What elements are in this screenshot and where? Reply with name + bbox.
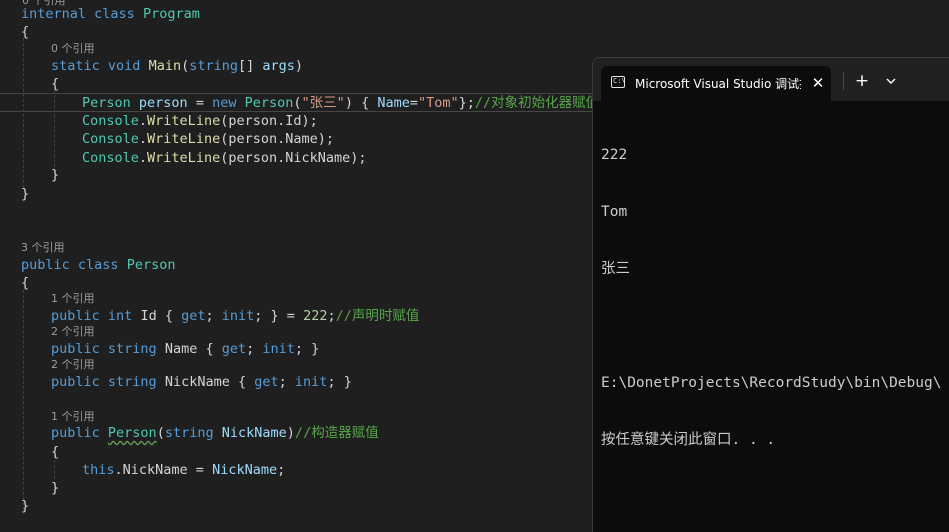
person-class-declaration: public class Person [21,257,176,273]
console-output-line: E:\DonetProjects\RecordStudy\bin\Debug\ [601,375,942,391]
open-brace: { [51,76,60,92]
add-tab-button[interactable]: + [851,70,873,92]
codelens-references[interactable]: 0 个引用 [51,42,95,56]
close-brace: } [51,480,60,496]
codelens-references[interactable]: 3 个引用 [21,241,65,255]
close-brace: } [21,186,30,202]
open-brace: { [21,24,30,40]
open-brace: { [21,275,30,291]
name-property: public string Name { get; init; } [51,341,320,357]
codelens-references[interactable]: 1 个引用 [51,292,95,306]
tab-divider [843,72,844,90]
code-line-writeline: Console.WriteLine(person.NickName); [82,150,367,166]
nickname-property: public string NickName { get; init; } [51,374,352,390]
debug-console-window[interactable]: C:\ Microsoft Visual Studio 调试控制台 ✕ + 22… [592,57,949,532]
console-output: 222 Tom 张三 E:\DonetProjects\RecordStudy\… [601,108,949,528]
program-class-declaration: internal class Program [21,6,200,22]
close-brace: } [21,498,30,514]
codelens-references[interactable]: 1 个引用 [51,410,95,424]
constructor-assignment: this.NickName = NickName; [82,462,286,478]
console-output-line: 222 [601,147,628,163]
console-tab[interactable]: C:\ Microsoft Visual Studio 调试控制台 ✕ [601,66,831,101]
code-line-writeline: Console.WriteLine(person.Id); [82,113,318,129]
indent-guide [23,290,24,510]
open-brace: { [51,444,60,460]
chevron-down-icon[interactable] [883,70,899,92]
code-line-writeline: Console.WriteLine(person.Name); [82,131,334,147]
main-method-signature: static void Main(string[] args) [51,58,304,74]
person-constructor: public Person(string NickName)//构造器赋值 [51,425,379,441]
id-property: public int Id { get; init; } = 222;//声明时… [51,308,420,324]
console-titlebar[interactable]: C:\ Microsoft Visual Studio 调试控制台 ✕ + [593,58,949,101]
console-tab-title: Microsoft Visual Studio 调试控制台 [635,77,801,91]
terminal-icon: C:\ [611,76,626,88]
codelens-references[interactable]: 2 个引用 [51,325,95,339]
console-output-line: 张三 [601,261,630,277]
code-line-object-initializer: Person person = new Person("张三") { Name=… [82,95,600,111]
codelens-references[interactable]: 2 个引用 [51,358,95,372]
indent-guide [23,38,24,188]
close-brace: } [51,167,60,183]
console-output-line: Tom [601,204,628,220]
console-output-line: 按任意键关闭此窗口. . . [601,432,776,448]
close-icon[interactable]: ✕ [809,73,827,93]
